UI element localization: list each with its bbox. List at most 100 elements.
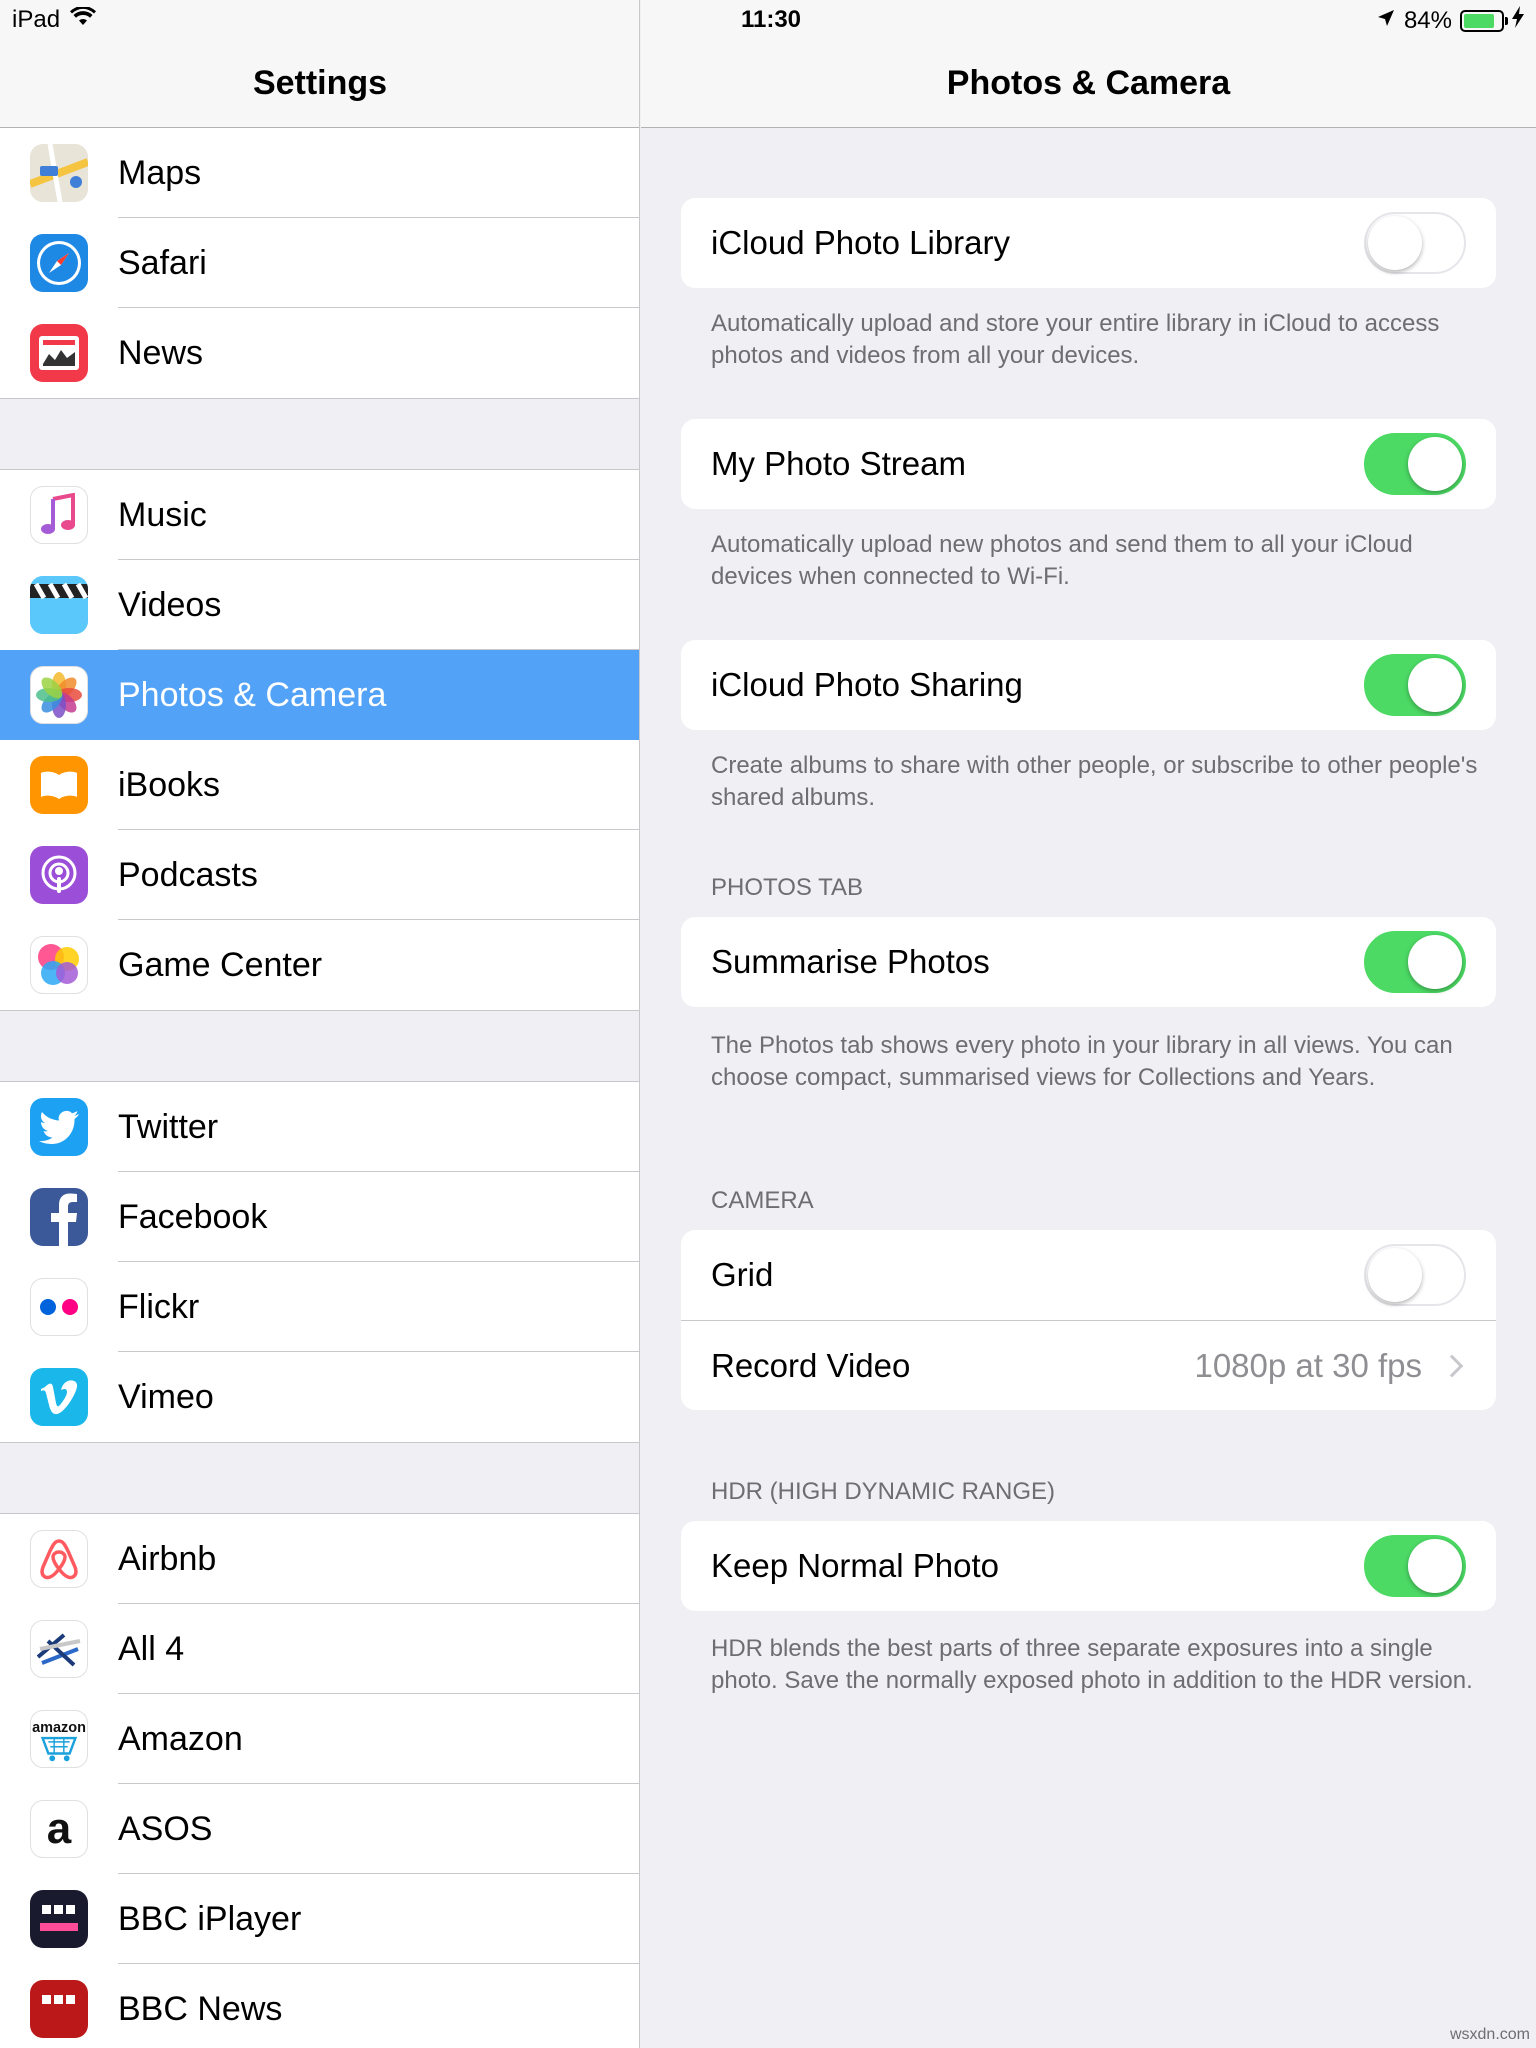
sidebar-group: Airbnb All 4 amazon Amazon a ASOS BBC iPlayer B… [0, 1513, 639, 2048]
icloud-photo-sharing-row: iCloud Photo Sharing [681, 640, 1496, 730]
sidebar-item-music[interactable]: Music [0, 470, 639, 560]
icloud-photo-sharing-card: iCloud Photo Sharing [681, 640, 1496, 730]
battery-fill [1464, 13, 1495, 28]
my-photo-stream-footer: Automatically upload new photos and send… [711, 531, 1413, 590]
battery-percent: 84% [1403, 6, 1452, 34]
chevron-right-icon [1440, 1354, 1464, 1377]
hdr-card: Keep Normal Photo [681, 1521, 1496, 1611]
hdr-footer: HDR blends the best parts of three separ… [711, 1635, 1473, 1694]
keep-normal-photo-toggle[interactable] [1364, 1535, 1466, 1597]
summarise-photos-toggle[interactable] [1364, 931, 1466, 993]
ibooks-icon [30, 756, 88, 814]
toggle-knob [1408, 1539, 1462, 1593]
my-photo-stream-toggle[interactable] [1364, 433, 1466, 495]
sidebar-item-vimeo[interactable]: Vimeo [0, 1352, 639, 1442]
icloud-photo-library-label: iCloud Photo Library [711, 224, 1010, 261]
photos-tab-footer: The Photos tab shows every photo in your… [711, 1032, 1453, 1091]
camera-section-header: CAMERA [711, 1187, 814, 1214]
settings-sidebar: FaceTimeMapsSafariNewsMusicVideosPhotos … [0, 0, 640, 2048]
sidebar-item-label: Podcasts [118, 855, 258, 894]
record-video-label: Record Video [711, 1346, 911, 1384]
flickr-icon [30, 1278, 88, 1336]
sidebar-item-news[interactable]: News [0, 308, 639, 398]
sidebar-item-photos[interactable]: Photos & Camera [0, 650, 639, 740]
twitter-icon [30, 1098, 88, 1156]
sidebar-item-label: Vimeo [118, 1377, 214, 1416]
amazon-icon: amazon [30, 1710, 88, 1768]
location-arrow-icon [1376, 7, 1396, 35]
sidebar-item-airbnb[interactable]: Airbnb [0, 1514, 639, 1604]
sidebar-item-videos[interactable]: Videos [0, 560, 639, 650]
vimeo-icon [30, 1368, 88, 1426]
sidebar-item-label: Airbnb [118, 1539, 217, 1578]
summarise-photos-label: Summarise Photos [711, 943, 990, 980]
sidebar-title: Settings [252, 64, 388, 102]
sidebar-item-label: News [118, 333, 204, 372]
record-video-row[interactable]: Record Video 1080p at 30 fps [681, 1320, 1496, 1410]
sidebar-group: Twitter Facebook Flickr Vimeo [0, 1081, 639, 1443]
page-title: Photos & Camera [946, 64, 1231, 102]
toggle-knob [1368, 216, 1422, 270]
toggle-knob [1408, 935, 1462, 989]
sidebar-item-asos[interactable]: a ASOS [0, 1784, 639, 1874]
sidebar-item-safari[interactable]: Safari [0, 218, 639, 308]
sidebar-group: Music Videos Photos & Camera iBooks Podcasts… [0, 469, 639, 1011]
sidebar-item-label: Videos [118, 585, 222, 624]
sidebar-item-bbc-iplayer[interactable]: BBC iPlayer [0, 1874, 639, 1964]
videos-icon [30, 576, 88, 634]
sidebar-item-amazon[interactable]: amazon Amazon [0, 1694, 639, 1784]
facebook-icon [30, 1188, 88, 1246]
music-icon [30, 486, 88, 544]
safari-icon [30, 234, 88, 292]
watermark: wsxdn.com [1449, 2026, 1530, 2043]
hdr-section-header: HDR (HIGH DYNAMIC RANGE) [711, 1478, 1056, 1505]
toggle-knob [1408, 658, 1462, 712]
sidebar-item-flickr[interactable]: Flickr [0, 1262, 639, 1352]
sidebar-item-label: Photos & Camera [118, 675, 387, 714]
sidebar-item-label: BBC iPlayer [118, 1899, 302, 1938]
sidebar-item-bbc-news[interactable]: BBC News [0, 1964, 639, 2048]
sidebar-item-all4[interactable]: All 4 [0, 1604, 639, 1694]
sidebar-item-label: All 4 [118, 1629, 185, 1668]
icloud-photo-sharing-label: iCloud Photo Sharing [711, 666, 1023, 703]
my-photo-stream-card: My Photo Stream [681, 419, 1496, 509]
charging-bolt-icon [1512, 6, 1524, 35]
sidebar-item-podcasts[interactable]: Podcasts [0, 830, 639, 920]
sidebar-item-facebook[interactable]: Facebook [0, 1172, 639, 1262]
bbc-iplayer-icon [30, 1890, 88, 1948]
sidebar-item-label: Maps [118, 153, 202, 192]
sidebar-item-ibooks[interactable]: iBooks [0, 740, 639, 830]
toggle-knob [1408, 437, 1462, 491]
sidebar-item-label: Music [118, 495, 207, 534]
grid-row: Grid [681, 1230, 1496, 1320]
svg-text:amazon: amazon [32, 1720, 86, 1736]
asos-icon: a [30, 1800, 88, 1858]
sidebar-item-maps[interactable]: Maps [0, 128, 639, 218]
sidebar-list: FaceTimeMapsSafariNewsMusicVideosPhotos … [0, 38, 639, 2048]
sidebar-item-game-center[interactable]: Game Center [0, 920, 639, 1010]
status-bar: iPad 11:30 84% [0, 0, 1536, 40]
sidebar-item-label: ASOS [118, 1809, 213, 1848]
icloud-photo-library-toggle[interactable] [1364, 212, 1466, 274]
detail-pane: Photos & Camera iCloud Photo Library Aut… [641, 0, 1536, 2048]
airbnb-icon [30, 1530, 88, 1588]
sidebar-item-label: Flickr [118, 1287, 200, 1326]
bbc-news-icon [30, 1980, 88, 2038]
grid-toggle[interactable] [1364, 1244, 1466, 1306]
photos-tab-section-header: PHOTOS TAB [711, 874, 864, 901]
sidebar-item-label: Facebook [118, 1197, 268, 1236]
sidebar-item-label: Amazon [118, 1719, 243, 1758]
keep-normal-photo-row: Keep Normal Photo [681, 1521, 1496, 1611]
battery-icon [1460, 9, 1508, 32]
icloud-photo-library-footer: Automatically upload and store your enti… [711, 310, 1440, 369]
sidebar-item-label: Safari [118, 243, 207, 282]
news-icon [30, 324, 88, 382]
camera-card: Grid Record Video 1080p at 30 fps [681, 1230, 1496, 1410]
game-center-icon [30, 936, 88, 994]
icloud-photo-library-card: iCloud Photo Library [681, 198, 1496, 288]
icloud-photo-sharing-toggle[interactable] [1364, 654, 1466, 716]
photos-tab-card: Summarise Photos [681, 917, 1496, 1007]
keep-normal-photo-label: Keep Normal Photo [711, 1547, 999, 1584]
sidebar-item-label: Twitter [118, 1107, 219, 1146]
sidebar-item-twitter[interactable]: Twitter [0, 1082, 639, 1172]
